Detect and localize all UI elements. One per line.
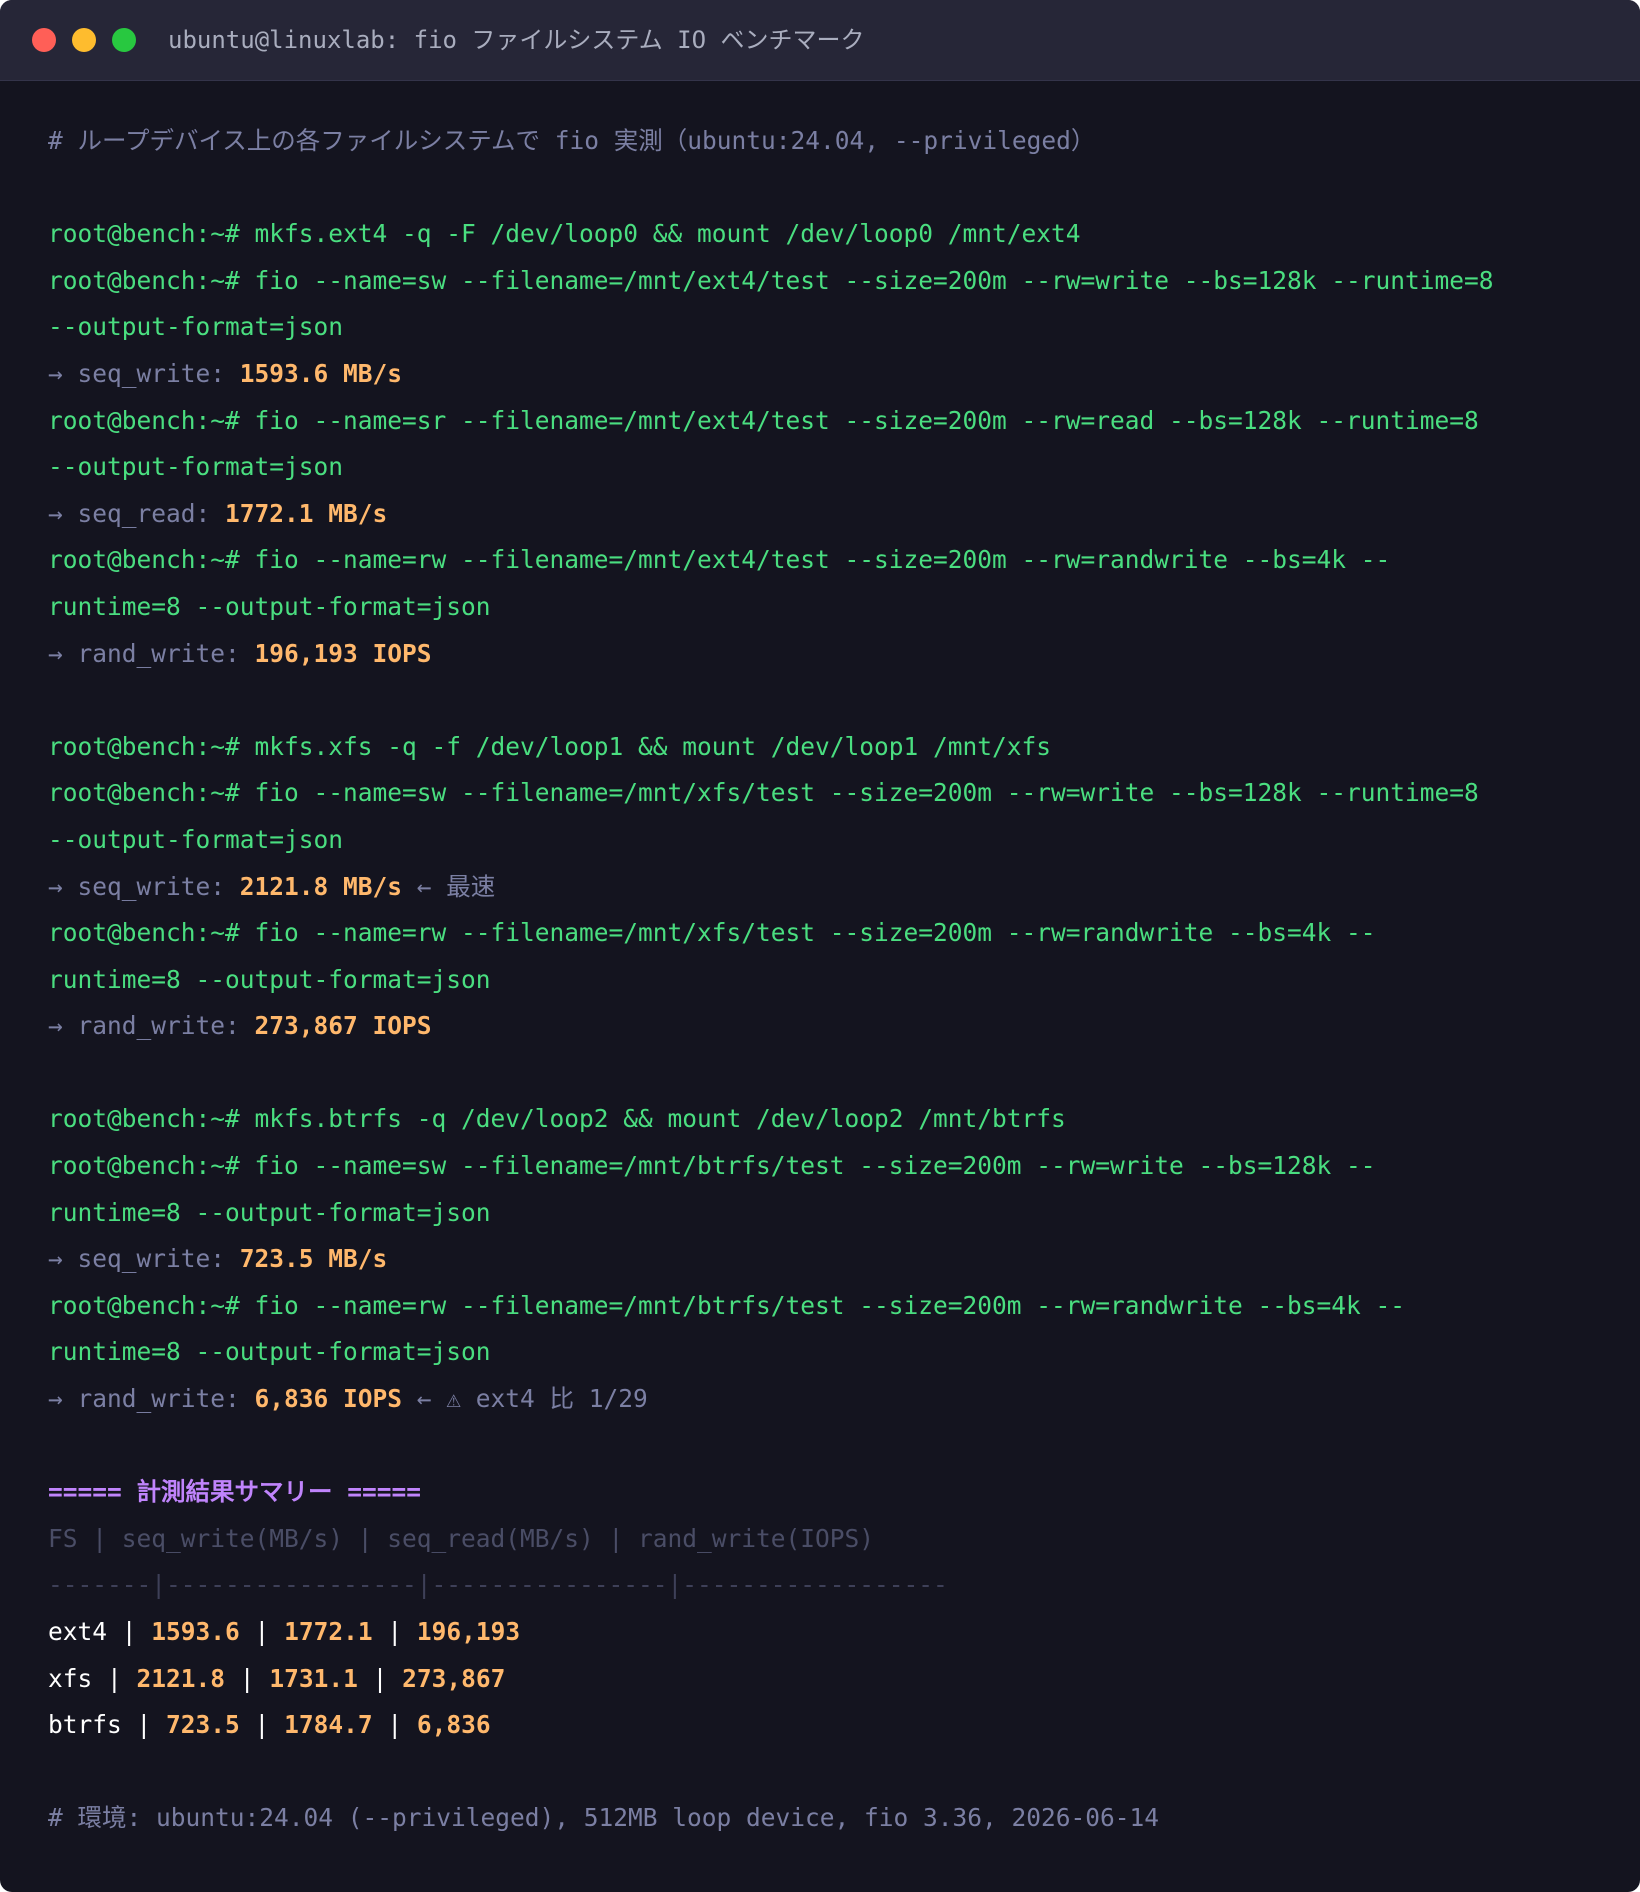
- ext4-rand-write-command: root@bench:~# fio --name=rw --filename=/…: [48, 545, 1391, 575]
- warning-note: ← ⚠ ext4 比 1/29: [402, 1384, 648, 1414]
- result-value: 1772.1 MB/s: [225, 498, 388, 528]
- seq-write-value: 2121.8: [136, 1663, 226, 1693]
- rand-write-value: 196,193: [416, 1617, 521, 1646]
- xfs-seq-write-command: root@bench:~# fio --name=sw --filename=/…: [48, 778, 1479, 808]
- close-window-button[interactable]: [32, 28, 56, 52]
- terminal-output[interactable]: # ループデバイス上の各ファイルシステムで fio 実測（ubuntu:24.0…: [48, 118, 1608, 1842]
- ext4-seq-read-result: → seq_read: 1772.1 MB/s: [48, 491, 1608, 538]
- result-value: 2121.8 MB/s: [239, 871, 403, 901]
- result-label: → rand_write:: [48, 1011, 255, 1041]
- seq-read-value: 1784.7: [284, 1710, 373, 1740]
- btrfs-rand-write-result: → rand_write: 6,836 IOPS ← ⚠ ext4 比 1/29: [48, 1376, 1608, 1423]
- result-label: → seq_write:: [48, 871, 240, 901]
- ext4-seq-write-result: → seq_write: 1593.6 MB/s: [48, 351, 1608, 398]
- summary-row-btrfs: btrfs | 723.5 | 1784.7 | 6,836: [48, 1710, 491, 1740]
- ext4-rand-write-result: → rand_write: 196,193 IOPS: [48, 631, 1608, 678]
- btrfs-rand-write-command: root@bench:~# fio --name=rw --filename=/…: [48, 1290, 1406, 1320]
- btrfs-rand-write-command-cont: runtime=8 --output-format=json: [48, 1337, 491, 1367]
- xfs-rand-write-command: root@bench:~# fio --name=rw --filename=/…: [48, 918, 1376, 948]
- result-label: → seq_read:: [48, 498, 226, 528]
- result-note: ← 最速: [402, 871, 496, 901]
- rand-write-value: 6,836: [416, 1710, 491, 1740]
- minimize-window-button[interactable]: [72, 28, 96, 52]
- ext4-seq-read-command: root@bench:~# fio --name=sr --filename=/…: [48, 405, 1479, 435]
- environment-comment: # 環境: ubuntu:24.04 (--privileged), 512MB…: [48, 1803, 1160, 1833]
- btrfs-seq-write-command-cont: runtime=8 --output-format=json: [48, 1197, 491, 1227]
- result-value: 723.5 MB/s: [239, 1244, 388, 1274]
- result-value: 196,193 IOPS: [254, 638, 432, 668]
- xfs-rand-write-command-cont: runtime=8 --output-format=json: [48, 964, 491, 994]
- summary-heading: ===== 計測結果サマリー =====: [48, 1477, 422, 1507]
- fs-name: btrfs: [48, 1710, 122, 1740]
- xfs-rand-write-result: → rand_write: 273,867 IOPS: [48, 1003, 1608, 1050]
- btrfs-seq-write-command: root@bench:~# fio --name=sw --filename=/…: [48, 1151, 1376, 1181]
- seq-write-value: 1593.6: [151, 1617, 240, 1646]
- fs-name: xfs: [48, 1663, 93, 1693]
- ext4-seq-read-command-cont: --output-format=json: [48, 452, 344, 482]
- result-value: 1593.6 MB/s: [239, 358, 403, 388]
- terminal-window: ubuntu@linuxlab: fio ファイルシステム IO ベンチマーク …: [0, 0, 1640, 1892]
- zoom-window-button[interactable]: [112, 28, 136, 52]
- xfs-seq-write-command-cont: --output-format=json: [48, 824, 344, 854]
- xfs-seq-write-result: → seq_write: 2121.8 MB/s ← 最速: [48, 864, 1608, 911]
- ext4-seq-write-command-cont: --output-format=json: [48, 312, 344, 342]
- result-label: → rand_write:: [48, 1384, 255, 1414]
- ext4-mkfs-command: root@bench:~# mkfs.ext4 -q -F /dev/loop0…: [48, 219, 1081, 249]
- rand-write-value: 273,867: [402, 1663, 506, 1693]
- result-value: 273,867 IOPS: [254, 1011, 432, 1041]
- btrfs-seq-write-result: → seq_write: 723.5 MB/s: [48, 1236, 1608, 1283]
- xfs-mkfs-command: root@bench:~# mkfs.xfs -q -f /dev/loop1 …: [48, 731, 1052, 761]
- seq-write-value: 723.5: [166, 1710, 240, 1740]
- window-title: ubuntu@linuxlab: fio ファイルシステム IO ベンチマーク: [168, 26, 865, 54]
- result-label: → rand_write:: [48, 638, 255, 668]
- intro-comment: # ループデバイス上の各ファイルシステムで fio 実測（ubuntu:24.0…: [48, 126, 1096, 155]
- result-label: → seq_write:: [48, 358, 240, 388]
- summary-row-xfs: xfs | 2121.8 | 1731.1 | 273,867: [48, 1663, 506, 1693]
- summary-table-separator: -------|-----------------|--------------…: [48, 1570, 948, 1600]
- result-value: 6,836 IOPS: [254, 1384, 403, 1414]
- summary-table-header: FS | seq_write(MB/s) | seq_read(MB/s) | …: [48, 1523, 875, 1553]
- ext4-rand-write-command-cont: runtime=8 --output-format=json: [48, 591, 491, 621]
- seq-read-value: 1731.1: [269, 1663, 358, 1693]
- summary-row-ext4: ext4 | 1593.6 | 1772.1 | 196,193: [48, 1617, 521, 1646]
- btrfs-mkfs-command: root@bench:~# mkfs.btrfs -q /dev/loop2 &…: [48, 1104, 1066, 1134]
- title-bar: ubuntu@linuxlab: fio ファイルシステム IO ベンチマーク: [0, 0, 1640, 81]
- seq-read-value: 1772.1: [284, 1617, 373, 1646]
- ext4-seq-write-command: root@bench:~# fio --name=sw --filename=/…: [48, 265, 1494, 295]
- result-label: → seq_write:: [48, 1244, 240, 1274]
- fs-name: ext4: [48, 1617, 108, 1646]
